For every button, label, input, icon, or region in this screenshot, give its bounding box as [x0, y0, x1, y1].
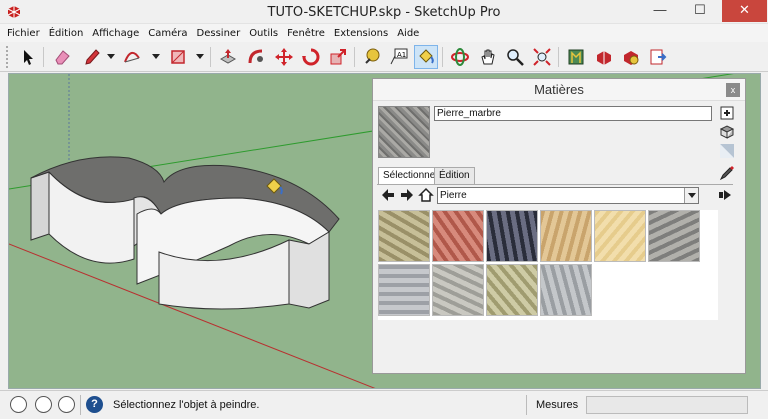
back-arrow-icon[interactable]: [380, 187, 396, 203]
status-bar: ? Sélectionnez l'objet à peindre. Mesure…: [0, 390, 768, 419]
materials-panel-header[interactable]: Matières x: [373, 79, 745, 101]
push-pull-icon[interactable]: [216, 45, 240, 69]
home-icon[interactable]: [418, 187, 434, 203]
library-select[interactable]: Pierre: [437, 187, 699, 204]
help-icon[interactable]: ?: [86, 396, 103, 413]
details-arrow-icon[interactable]: [717, 187, 733, 203]
measurements-input[interactable]: [586, 396, 748, 414]
menu-extensions[interactable]: Extensions: [334, 28, 388, 39]
menu-camera[interactable]: Caméra: [148, 28, 187, 39]
material-swatch-flagstone-grey[interactable]: [432, 264, 484, 316]
tab-edit[interactable]: Édition: [434, 167, 475, 184]
paint-bucket-icon[interactable]: [414, 45, 438, 69]
scale-icon[interactable]: [326, 45, 350, 69]
menu-outils[interactable]: Outils: [249, 28, 278, 39]
close-button[interactable]: ✕: [722, 0, 767, 22]
measurements-label: Mesures: [536, 399, 579, 411]
get-models-icon[interactable]: [592, 45, 616, 69]
arc-dropdown-icon[interactable]: [152, 54, 160, 59]
sample-paint-icon[interactable]: [719, 165, 735, 181]
material-name-input[interactable]: Pierre_marbre: [434, 106, 712, 121]
materials-panel: Matières x Pierre_marbre Sélectionner Éd…: [372, 78, 746, 374]
extension-warehouse-icon[interactable]: [619, 45, 643, 69]
orbit-icon[interactable]: [448, 45, 472, 69]
text-icon[interactable]: A1: [387, 45, 411, 69]
material-swatch-slate-grey[interactable]: [540, 264, 592, 316]
material-preview: [378, 106, 430, 158]
library-select-value: Pierre: [440, 190, 467, 201]
panel-close-button[interactable]: x: [726, 83, 740, 97]
toolbar-grip[interactable]: [6, 46, 8, 68]
material-swatch-grey-marble-light[interactable]: [378, 264, 430, 316]
material-swatch-sandstone-blocks[interactable]: [540, 210, 592, 262]
select-icon[interactable]: [16, 45, 40, 69]
move-icon[interactable]: [272, 45, 296, 69]
menu-fichier[interactable]: Fichier: [7, 28, 40, 39]
share-model-icon[interactable]: [646, 45, 670, 69]
zoom-icon[interactable]: [503, 45, 527, 69]
user-account-icon[interactable]: [58, 396, 75, 413]
material-swatch-sand-tile[interactable]: [594, 210, 646, 262]
material-swatch-red-brick[interactable]: [432, 210, 484, 262]
menu-bar: Fichier Édition Affichage Caméra Dessine…: [0, 24, 768, 42]
rotate-icon[interactable]: [299, 45, 323, 69]
panel-title: Matières: [534, 82, 584, 97]
create-material-icon[interactable]: [719, 105, 735, 121]
warehouse-icon[interactable]: [564, 45, 588, 69]
rectangle-dropdown-icon[interactable]: [196, 54, 204, 59]
eraser-icon[interactable]: [50, 45, 74, 69]
material-swatch-flagstone-olive[interactable]: [486, 264, 538, 316]
material-swatch-granite-dark[interactable]: [486, 210, 538, 262]
pan-icon[interactable]: [476, 45, 500, 69]
menu-dessiner[interactable]: Dessiner: [197, 28, 241, 39]
follow-me-icon[interactable]: [244, 45, 268, 69]
rectangle-icon[interactable]: [166, 45, 190, 69]
material-swatch-grey-marble[interactable]: [648, 210, 700, 262]
zoom-extents-icon[interactable]: [530, 45, 554, 69]
main-toolbar: A1: [0, 42, 768, 72]
menu-fenetre[interactable]: Fenêtre: [287, 28, 325, 39]
material-swatch-stone-wall[interactable]: [378, 210, 430, 262]
status-message: Sélectionnez l'objet à peindre.: [113, 399, 260, 411]
menu-edition[interactable]: Édition: [49, 28, 84, 39]
credits-icon[interactable]: [35, 396, 52, 413]
arc-icon[interactable]: [120, 45, 144, 69]
forward-arrow-icon[interactable]: [399, 187, 415, 203]
chevron-down-icon[interactable]: [684, 188, 698, 203]
pencil-icon[interactable]: [80, 45, 104, 69]
pencil-dropdown-icon[interactable]: [107, 54, 115, 59]
svg-text:A1: A1: [397, 51, 406, 59]
maximize-button[interactable]: ☐: [682, 0, 718, 22]
material-swatch-grid: [378, 210, 718, 320]
menu-affichage[interactable]: Affichage: [92, 28, 139, 39]
menu-aide[interactable]: Aide: [397, 28, 419, 39]
left-wall-end: [30, 171, 50, 241]
minimize-button[interactable]: —: [642, 0, 678, 22]
tape-measure-icon[interactable]: [360, 45, 384, 69]
geo-location-icon[interactable]: [10, 396, 27, 413]
default-material-icon[interactable]: [719, 143, 735, 159]
paint-default-icon[interactable]: [719, 124, 735, 140]
title-bar: TUTO-SKETCHUP.skp - SketchUp Pro — ☐ ✕: [0, 0, 768, 24]
